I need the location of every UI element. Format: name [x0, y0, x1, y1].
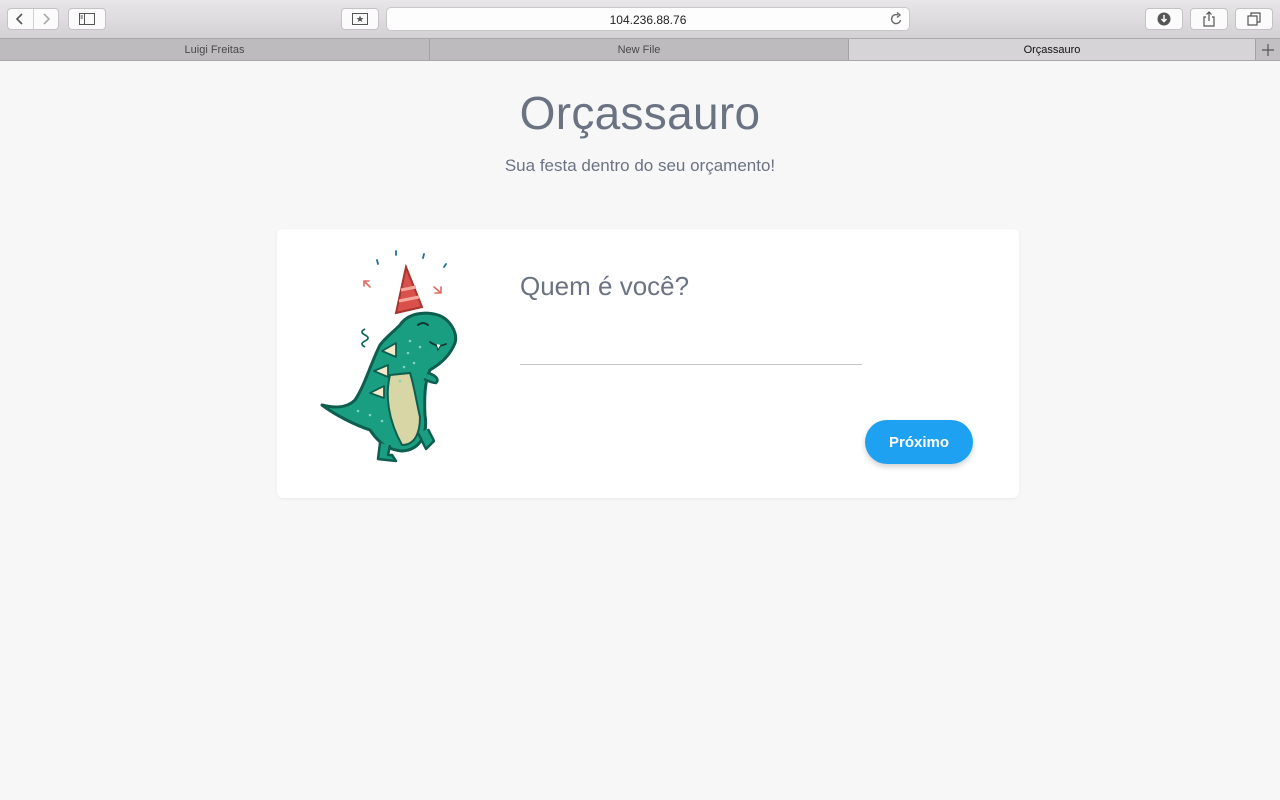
new-tab-icon — [1262, 43, 1274, 56]
forward-icon — [43, 13, 50, 25]
back-button[interactable] — [8, 9, 33, 29]
tab-new-file[interactable]: New File — [430, 39, 849, 60]
sidebar-icon — [79, 13, 95, 25]
back-icon — [16, 13, 23, 25]
bookmark-button[interactable] — [341, 8, 379, 30]
tab-orcassauro[interactable]: Orçassauro — [849, 39, 1256, 60]
share-button[interactable] — [1190, 8, 1228, 30]
tabs-overview-button[interactable] — [1235, 8, 1273, 30]
downloads-button[interactable] — [1145, 8, 1183, 30]
bookmark-star-icon — [352, 13, 368, 25]
name-input[interactable] — [520, 338, 862, 365]
url-text: 104.236.88.76 — [609, 13, 687, 27]
question-label: Quem é você? — [520, 271, 690, 301]
reload-icon — [890, 11, 902, 25]
download-icon — [1157, 12, 1171, 26]
party-dinosaur-illustration — [320, 250, 458, 463]
new-tab-button[interactable] — [1256, 39, 1280, 60]
page-title: Orçassauro — [519, 87, 761, 139]
tab-bar: Luigi Freitas New File Orçassauro — [0, 38, 1280, 61]
next-button[interactable]: Próximo — [865, 420, 973, 464]
tab-luigi-freitas[interactable]: Luigi Freitas — [0, 39, 430, 60]
forward-button[interactable] — [32, 9, 59, 29]
reload-button[interactable] — [890, 11, 903, 31]
page-subtitle: Sua festa dentro do seu orçamento! — [504, 156, 776, 175]
nav-buttons — [7, 8, 59, 30]
tabs-overview-icon — [1247, 12, 1261, 26]
address-bar[interactable]: 104.236.88.76 — [386, 7, 910, 31]
share-icon — [1203, 11, 1215, 27]
sidebar-button[interactable] — [68, 8, 106, 30]
browser-toolbar: 104.236.88.76 — [0, 0, 1280, 38]
